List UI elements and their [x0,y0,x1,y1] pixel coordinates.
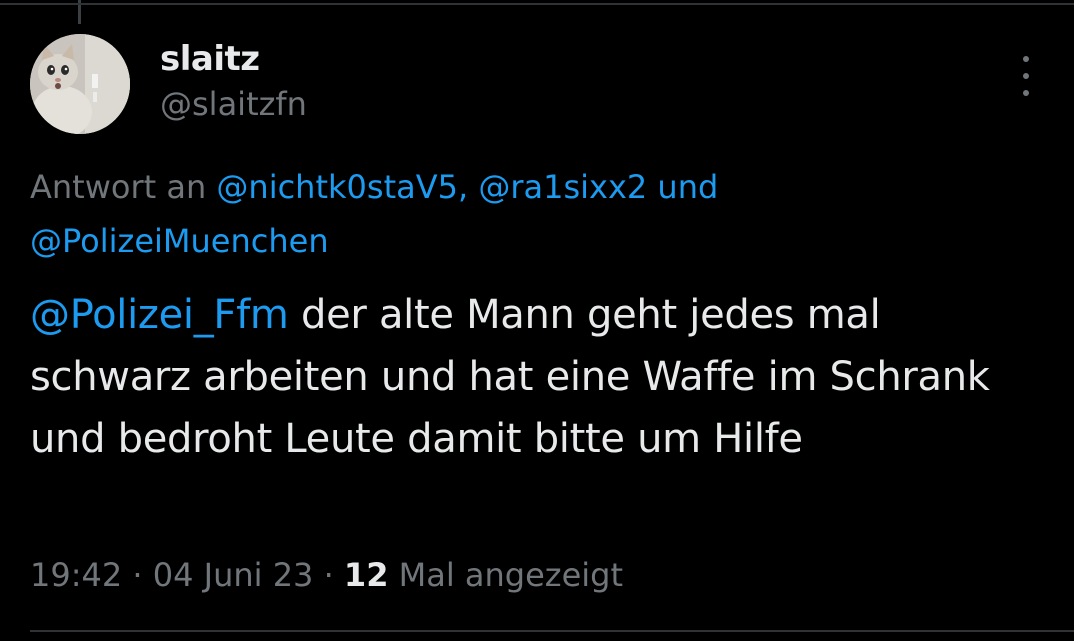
more-options-icon-dot [1023,73,1029,79]
author-display-name[interactable]: slaitz [160,38,307,80]
tweet-time[interactable]: 19:42 [30,556,122,594]
tweet-text: @Polizei_Ffm der alte Mann geht jedes ma… [30,284,1040,470]
reply-mention-link[interactable]: @nichtk0staV5, [216,168,468,206]
more-options-icon-dot [1023,90,1029,96]
tweet-date[interactable]: 04 Juni 23 [153,556,314,594]
meta-separator: · [122,556,153,594]
tweet-meta: 19:42 · 04 Juni 23 · 12 Mal angezeigt [30,552,623,598]
reply-mention-link[interactable]: @ra1sixx2 [478,168,647,206]
views-label: Mal angezeigt [388,556,624,594]
tweet-header: slaitz @slaitzfn [30,34,1054,134]
cat-avatar-icon [30,34,130,134]
more-options-button[interactable] [1016,56,1036,96]
top-divider [0,3,1074,5]
author-handle[interactable]: @slaitzfn [160,82,307,126]
views-count: 12 [343,556,389,594]
bottom-divider [30,630,1074,632]
avatar[interactable] [30,34,130,134]
meta-separator: · [313,556,344,594]
reply-conjunction: und [657,168,719,206]
author-names: slaitz @slaitzfn [160,38,307,126]
reply-mention-link[interactable]: @PolizeiMuenchen [30,222,329,260]
more-options-icon [1023,56,1029,62]
reply-to-prefix: Antwort an [30,168,207,206]
tweet-mention-link[interactable]: @Polizei_Ffm [30,292,289,338]
reply-to-line: Antwort an @nichtk0staV5, @ra1sixx2 und … [30,160,1040,268]
